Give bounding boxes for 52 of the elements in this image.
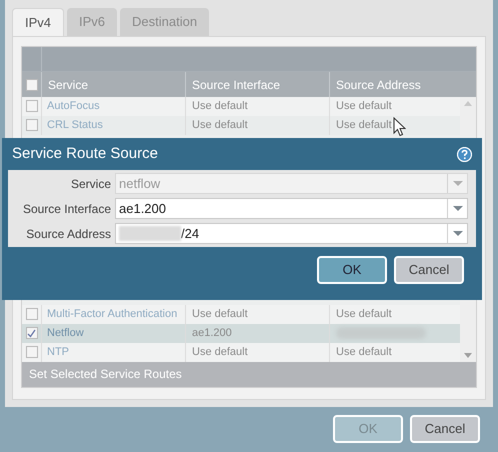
cancel-button[interactable]: Cancel — [394, 256, 464, 284]
redacted-mark — [119, 226, 181, 241]
service-link[interactable]: NTP — [47, 344, 69, 360]
tab[interactable]: IPv6 — [67, 8, 118, 36]
service-link[interactable]: CRL Status — [47, 116, 103, 134]
table-row[interactable]: CRL Status Use default Use default — [22, 116, 460, 135]
table-cell-text: Use default — [336, 344, 392, 360]
table-cell-text: ae1.200 — [192, 326, 232, 341]
cancel-button[interactable]: Cancel — [410, 415, 480, 443]
dropdown-field[interactable]: /24 — [115, 223, 468, 244]
checkbox[interactable] — [26, 308, 38, 320]
cursor-icon — [393, 117, 406, 137]
caret-icon — [452, 181, 462, 186]
field-value: ae1.200 — [119, 200, 166, 218]
service-link[interactable]: Netflow — [47, 324, 84, 342]
table-cell-text: Use default — [192, 118, 248, 133]
caret-icon — [452, 231, 462, 236]
table-row[interactable]: NTP Use default Use default — [22, 342, 460, 362]
tab[interactable]: IPv4 — [12, 8, 64, 36]
dialog-title: Service Route Source — [12, 144, 158, 164]
checkbox[interactable] — [26, 100, 38, 112]
field-label: Source Interface — [22, 200, 112, 218]
table-cell-text: Use default — [192, 306, 248, 322]
column-header[interactable]: Source Interface — [192, 76, 280, 94]
table-cell-text: Use default — [336, 306, 392, 322]
checkbox[interactable] — [26, 327, 38, 340]
field-value: netflow — [119, 174, 160, 193]
table-row[interactable]: Multi-Factor Authentication Use default Use default — [22, 304, 460, 324]
dropdown-field[interactable]: ae1.200 — [115, 198, 468, 219]
service-link[interactable]: AutoFocus — [47, 98, 100, 114]
table-cell-text: Use default — [192, 98, 248, 114]
field-label: Source Address — [25, 226, 112, 242]
table-row[interactable]: Netflow ae1.200 — [22, 324, 460, 343]
caret-icon — [452, 206, 462, 211]
column-header[interactable]: Service — [48, 76, 88, 94]
field-value: /24 — [181, 224, 200, 243]
tab[interactable]: Destination — [120, 8, 210, 36]
ok-button[interactable]: OK — [317, 256, 387, 284]
scroll-up-icon[interactable] — [464, 100, 472, 106]
service-link[interactable]: Multi-Factor Authentication — [47, 306, 178, 322]
table-cell-text: Use default — [192, 344, 248, 360]
table-row[interactable]: AutoFocus Use default Use default — [22, 96, 460, 116]
checkbox[interactable] — [26, 78, 38, 91]
table-cell-text: Use default — [336, 118, 392, 133]
scroll-down-icon[interactable] — [464, 352, 472, 358]
column-header[interactable]: Source Address — [336, 76, 421, 94]
check-icon — [27, 328, 36, 338]
checkbox[interactable] — [26, 346, 38, 358]
help-icon[interactable] — [457, 146, 472, 162]
checkbox[interactable] — [26, 119, 38, 132]
table-cell-text: Use default — [336, 98, 392, 114]
field-label: Service — [70, 176, 112, 192]
